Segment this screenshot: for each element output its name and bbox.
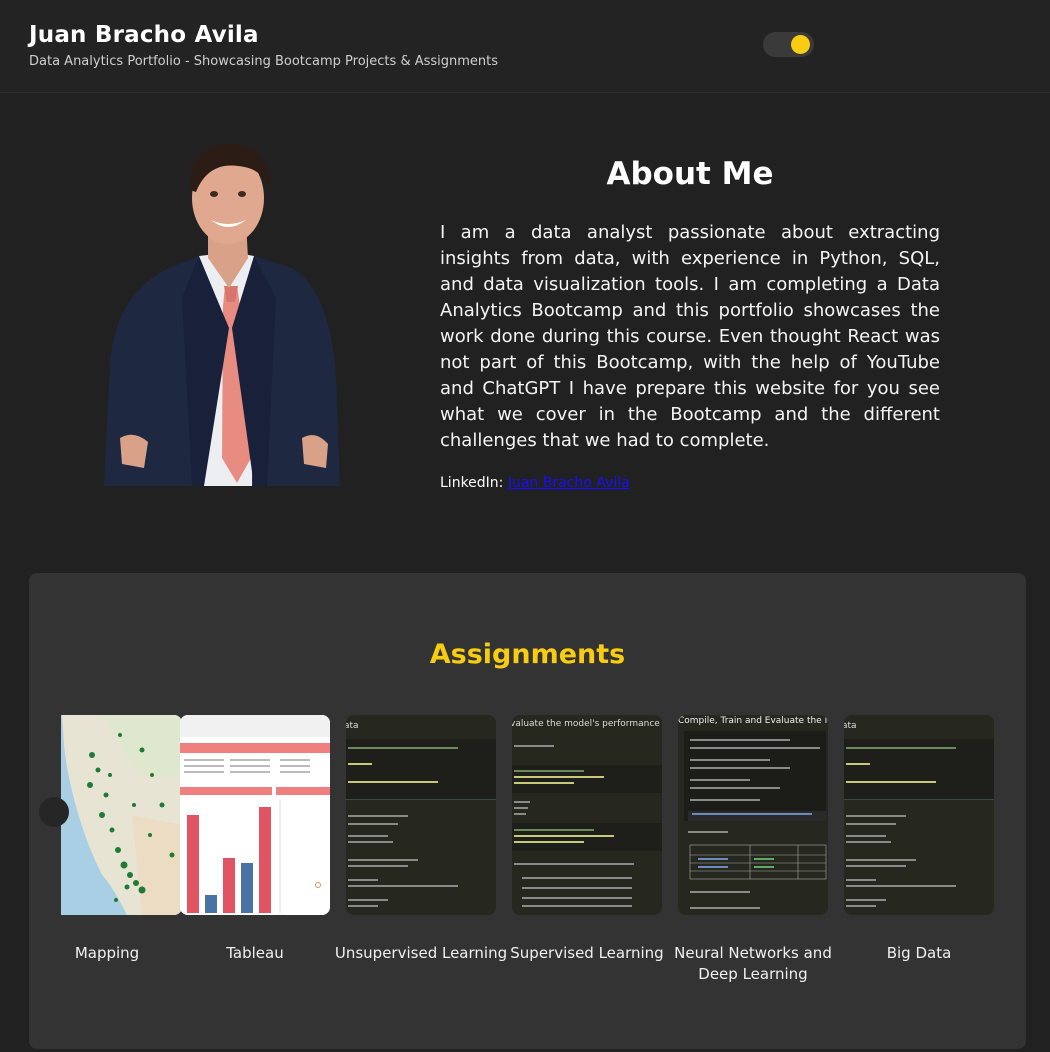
map-image [61,715,182,915]
linkedin-line: LinkedIn: Juan Bracho Avila [440,475,630,491]
assignments-carousel: Mapping Tableau ata Unsupervised Learnin… [61,715,1026,1035]
assignment-card-big-data[interactable]: ata Big Data [844,715,994,962]
site-subtitle: Data Analytics Portfolio - Showcasing Bo… [29,54,499,69]
code-image [512,745,662,907]
code-image [844,739,994,907]
theme-toggle[interactable] [763,32,814,57]
neural-networks-thumbnail: Compile, Train and Evaluate the Model [678,715,828,915]
linkedin-link[interactable]: Juan Bracho Avila [508,475,630,491]
card-label-neural-networks: Neural Networks and Deep Learning [674,944,832,983]
assignment-card-unsupervised-learning[interactable]: ata Unsupervised Learning [335,715,507,962]
supervised-thumbnail: valuate the model's performance by doing… [512,715,662,915]
assignment-card-tableau[interactable]: Tableau [180,715,330,962]
mapping-thumbnail [61,715,182,915]
site-title: Juan Bracho Avila [29,22,259,48]
code-image [684,731,827,909]
about-text: I am a data analyst passionate about ext… [440,222,940,451]
assignment-card-mapping[interactable]: Mapping [61,715,182,962]
card-label-unsupervised-learning: Unsupervised Learning [334,944,508,962]
header: Juan Bracho Avila Data Analytics Portfol… [0,0,1050,93]
toggle-knob [791,35,810,54]
carousel-prev-button[interactable] [39,797,69,827]
big-data-thumbnail: ata [844,715,994,915]
code-image [346,739,496,907]
card-label-supervised-learning: Supervised Learning [510,944,664,962]
assignment-card-neural-networks[interactable]: Compile, Train and Evaluate the Model [674,715,832,983]
profile-photo [104,144,340,486]
unsupervised-thumbnail: ata [346,715,496,915]
linkedin-label: LinkedIn: [440,475,504,491]
tableau-image [180,715,330,915]
assignments-panel: Assignments Mapping Tableau ata Unsuperv… [29,573,1026,1049]
card-label-tableau: Tableau [226,944,284,962]
tableau-thumbnail [180,715,330,915]
card-label-big-data: Big Data [886,944,952,962]
about-title: About Me [606,156,774,192]
assignments-title: Assignments [429,639,626,670]
assignment-card-supervised-learning[interactable]: valuate the model's performance by doing… [510,715,664,962]
